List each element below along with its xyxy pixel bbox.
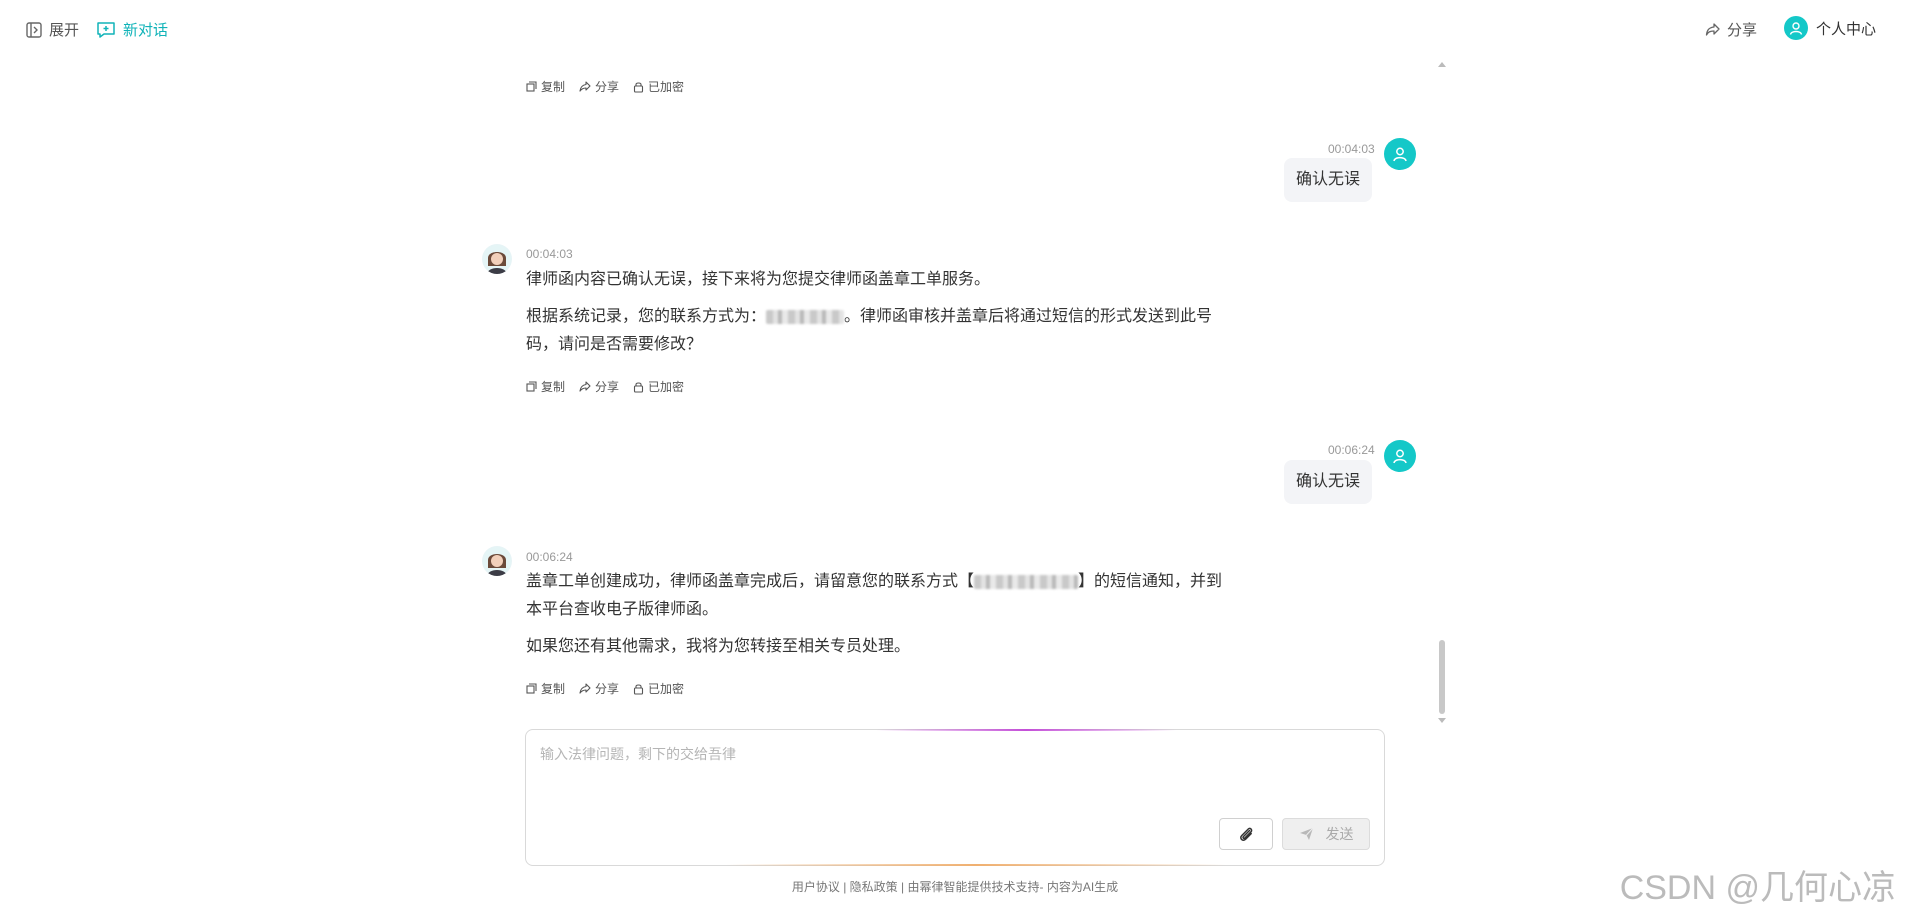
- share-icon: [579, 683, 591, 694]
- redacted-phone: [974, 574, 1079, 589]
- share-message-button[interactable]: 分享: [579, 680, 619, 697]
- share-message-button[interactable]: 分享: [579, 78, 619, 95]
- share-icon: [579, 381, 591, 392]
- new-chat-icon: [97, 21, 115, 38]
- watermark: CSDN @几何心凉: [1619, 869, 1896, 907]
- assistant-paragraph: 盖章工单创建成功，律师函盖章完成后，请留意您的联系方式【 】的短信通知，并到本平台…: [526, 568, 1226, 624]
- share-label: 分享: [595, 380, 620, 394]
- share-label: 分享: [1727, 22, 1758, 39]
- assistant-avatar-icon: [482, 546, 512, 576]
- sidebar-expand-icon: [26, 21, 42, 38]
- message-time: 00:06:24: [1328, 443, 1375, 457]
- share-message-button[interactable]: 分享: [579, 378, 619, 395]
- scrollbar-thumb[interactable]: [1439, 640, 1445, 714]
- profile-button[interactable]: 个人中心: [1784, 16, 1876, 40]
- expand-label: 展开: [49, 22, 80, 39]
- user-avatar-icon: [1784, 16, 1808, 40]
- message-composer: 发送: [525, 729, 1385, 866]
- redacted-phone: [766, 309, 845, 324]
- user-avatar-icon: [1384, 440, 1416, 472]
- copy-icon: [526, 81, 537, 92]
- share-icon: [579, 81, 591, 92]
- encrypted-status: 已加密: [633, 78, 684, 95]
- message-input[interactable]: [540, 744, 1370, 804]
- privacy-policy-link[interactable]: 隐私政策: [850, 880, 898, 894]
- message-time: 00:06:24: [526, 550, 573, 564]
- copy-label: 复制: [541, 682, 566, 696]
- message-time: 00:04:03: [526, 247, 573, 261]
- scroll-up-arrow[interactable]: [1438, 62, 1446, 67]
- copy-label: 复制: [541, 380, 566, 394]
- user-bubble: 确认无误: [1284, 158, 1373, 202]
- attach-button[interactable]: [1219, 818, 1273, 850]
- lock-icon: [633, 81, 644, 93]
- copy-icon: [526, 381, 537, 392]
- composer-glow: [726, 864, 1226, 866]
- assistant-text-part: 盖章工单创建成功，律师函盖章完成后，请留意您的联系方式【: [526, 573, 975, 590]
- new-chat-button[interactable]: 新对话: [96, 19, 168, 40]
- message-actions: 复制 分享 已加密: [526, 78, 698, 95]
- ai-generated-note: - 内容为AI生成: [1039, 880, 1119, 894]
- encrypted-label: 已加密: [648, 682, 685, 696]
- assistant-text-part: 根据系统记录，您的联系方式为：: [526, 308, 767, 325]
- copy-button[interactable]: 复制: [526, 378, 565, 395]
- share-label: 分享: [595, 682, 620, 696]
- assistant-text: 盖章工单创建成功，律师函盖章完成后，请留意您的联系方式【 】的短信通知，并到本平台…: [526, 568, 1226, 670]
- footer-separator: |: [843, 880, 847, 894]
- copy-button[interactable]: 复制: [526, 78, 565, 95]
- scroll-down-arrow[interactable]: [1438, 718, 1446, 723]
- encrypted-status: 已加密: [633, 378, 684, 395]
- encrypted-status: 已加密: [633, 680, 684, 697]
- assistant-text: 律师函内容已确认无误，接下来将为您提交律师函盖章工单服务。 根据系统记录，您的联…: [526, 266, 1226, 368]
- send-button[interactable]: 发送: [1282, 818, 1370, 850]
- footer-separator: |: [901, 880, 905, 894]
- user-agreement-link[interactable]: 用户协议: [792, 880, 840, 894]
- share-button[interactable]: 分享: [1705, 19, 1757, 40]
- encrypted-label: 已加密: [648, 80, 685, 94]
- user-bubble: 确认无误: [1284, 460, 1373, 504]
- paperclip-icon: [1240, 827, 1253, 841]
- user-avatar-icon: [1384, 138, 1416, 170]
- assistant-paragraph: 如果您还有其他需求，我将为您转接至相关专员处理。: [526, 638, 911, 655]
- copy-button[interactable]: 复制: [526, 680, 565, 697]
- send-label: 发送: [1325, 826, 1354, 842]
- copy-label: 复制: [541, 80, 566, 94]
- assistant-paragraph: 律师函内容已确认无误，接下来将为您提交律师函盖章工单服务。: [526, 271, 991, 288]
- message-actions: 复制 分享 已加密: [526, 680, 698, 697]
- message-time: 00:04:03: [1328, 142, 1375, 156]
- new-chat-label: 新对话: [123, 22, 169, 39]
- share-label: 分享: [595, 80, 620, 94]
- powered-by-text: 由幂律智能提供技术支持: [907, 880, 1040, 894]
- assistant-avatar-icon: [482, 244, 512, 274]
- send-icon: [1299, 827, 1313, 840]
- composer-glow: [876, 729, 1176, 731]
- assistant-paragraph: 根据系统记录，您的联系方式为： 。律师函审核并盖章后将通过短信的形式发送到此号码，…: [526, 303, 1226, 359]
- copy-icon: [526, 683, 537, 694]
- top-bar: 展开 新对话 分享 个人中心: [0, 0, 1910, 58]
- profile-label: 个人中心: [1816, 20, 1877, 38]
- expand-sidebar-button[interactable]: 展开: [25, 19, 79, 40]
- encrypted-label: 已加密: [648, 380, 685, 394]
- share-icon: [1705, 23, 1720, 36]
- lock-icon: [633, 683, 644, 695]
- lock-icon: [633, 381, 644, 393]
- chat-history[interactable]: 复制 分享 已加密 00:04:03 确认无误 00:04:03 律师函内容已确…: [470, 58, 1450, 720]
- message-actions: 复制 分享 已加密: [526, 378, 698, 395]
